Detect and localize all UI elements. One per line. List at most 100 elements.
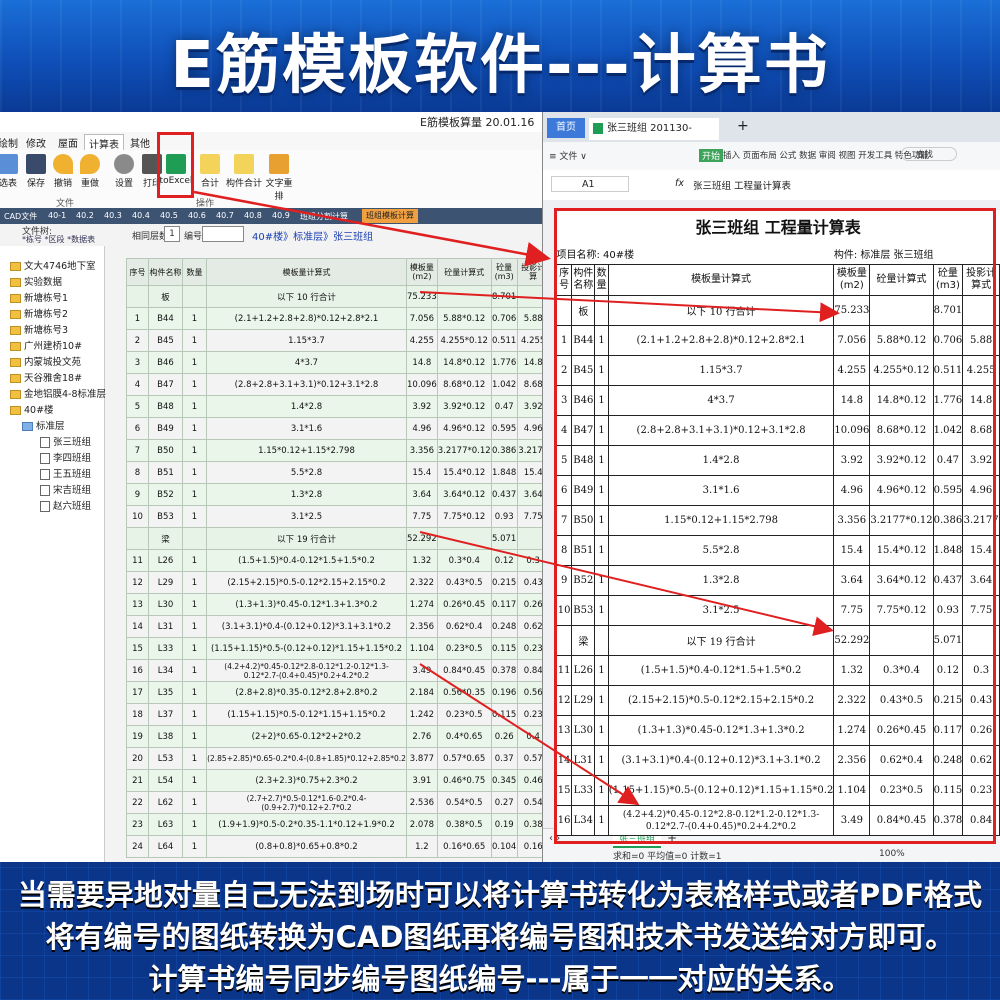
excel-cell[interactable]: B48 bbox=[571, 445, 596, 476]
excel-cell[interactable]: B46 bbox=[571, 385, 596, 416]
menu-roof[interactable]: 屋面 bbox=[54, 134, 82, 151]
grid-cell[interactable] bbox=[436, 527, 492, 550]
grid-cell[interactable]: 0.196 bbox=[490, 681, 518, 704]
grid-cell[interactable]: 0.378 bbox=[490, 659, 518, 682]
grid-row[interactable]: 18 L37 1 (1.15+1.15)*0.5-0.12*1.15+1.15*0.2… bbox=[126, 703, 550, 726]
excel-cell[interactable]: L33 bbox=[571, 775, 596, 806]
grid-cell[interactable]: 1 bbox=[182, 681, 207, 704]
grid-cell[interactable]: 5.5*2.8 bbox=[206, 461, 407, 484]
grid-cell[interactable]: 0.115 bbox=[490, 703, 518, 726]
excel-cell[interactable] bbox=[594, 295, 609, 326]
grid-row[interactable]: 1 B44 1 (2.1+1.2+2.8+2.8)*0.12+2.8*2.1 7.056… bbox=[126, 307, 550, 330]
zoom-level[interactable]: 100% bbox=[879, 849, 905, 859]
excel-cell[interactable]: 10 bbox=[555, 595, 573, 626]
excel-row[interactable]: 4 B47 1 (2.8+2.8+3.1+3.1)*0.12+3.1*2.8 10.09… bbox=[555, 415, 1000, 446]
excel-cell[interactable]: 1 bbox=[594, 325, 609, 356]
tree-node[interactable]: 标准层 bbox=[22, 418, 65, 432]
grid-cell[interactable]: L29 bbox=[148, 571, 183, 594]
grid-cell[interactable]: 0.4*0.65 bbox=[436, 725, 492, 748]
grid-cell[interactable]: 0.57*0.65 bbox=[436, 747, 492, 770]
excel-row[interactable]: 梁以下 19 行合计 52.292 5.071 bbox=[555, 625, 1000, 656]
excel-cell[interactable]: 6 bbox=[555, 475, 573, 506]
tree-node[interactable]: 李四班组 bbox=[40, 450, 91, 464]
excel-cell[interactable]: 1.104 bbox=[833, 775, 871, 806]
grid-row[interactable]: 16 L34 1 (4.2+4.2)*0.45-0.12*2.8-0.12*1.2-0… bbox=[126, 659, 550, 682]
grid-cell[interactable]: 1 bbox=[182, 351, 207, 374]
grid-cell[interactable]: L53 bbox=[148, 747, 183, 770]
excel-cell[interactable]: L34 bbox=[571, 805, 596, 836]
grid-cell[interactable]: 1 bbox=[182, 659, 207, 682]
grid-cell[interactable]: 1 bbox=[182, 725, 207, 748]
grid-cell[interactable]: 3 bbox=[126, 351, 149, 374]
grid-cell[interactable]: 梁 bbox=[148, 527, 183, 550]
grid-cell[interactable]: 4.255*0.12 bbox=[436, 329, 492, 352]
excel-cell[interactable]: 1.042 bbox=[932, 415, 964, 446]
excel-cell[interactable]: 0.706 bbox=[932, 325, 964, 356]
tab-team-split[interactable]: 班组分割计算 bbox=[300, 211, 348, 222]
grid-cell[interactable]: 0.43*0.5 bbox=[436, 571, 492, 594]
grid-cell[interactable]: 2.322 bbox=[406, 571, 438, 594]
grid-cell[interactable]: 8.701 bbox=[490, 285, 518, 308]
grid-cell[interactable]: 7.056 bbox=[406, 307, 438, 330]
grid-cell[interactable]: 0.3*0.4 bbox=[436, 549, 492, 572]
grid-cell[interactable]: (1.15+1.15)*0.5-0.12*1.15+1.15*0.2 bbox=[206, 703, 407, 726]
excel-cell[interactable]: 5 bbox=[555, 445, 573, 476]
excel-cell[interactable]: 1 bbox=[594, 595, 609, 626]
grid-cell[interactable]: 3.1*1.6 bbox=[206, 417, 407, 440]
excel-cell[interactable]: 1.3*2.8 bbox=[607, 565, 835, 596]
grid-cell[interactable]: B45 bbox=[148, 329, 183, 352]
grid-cell[interactable]: 1.274 bbox=[406, 593, 438, 616]
grid-row[interactable]: 4 B47 1 (2.8+2.8+3.1+3.1)*0.12+3.1*2.8 10.09… bbox=[126, 373, 550, 396]
excel-cell[interactable]: 1 bbox=[594, 715, 609, 746]
grid-cell[interactable] bbox=[126, 285, 149, 308]
excel-cell[interactable]: 5.071 bbox=[932, 625, 964, 656]
grid-cell[interactable]: 2.078 bbox=[406, 813, 438, 836]
grid-cell[interactable]: 3.91 bbox=[406, 769, 438, 792]
excel-cell[interactable]: B52 bbox=[571, 565, 596, 596]
grid-cell[interactable]: 1 bbox=[182, 307, 207, 330]
grid-cell[interactable]: 1 bbox=[182, 439, 207, 462]
tree-node[interactable]: 天谷雅舍18# bbox=[10, 370, 82, 384]
ribbon-menu-items[interactable]: 插入 页面布局 公式 数据 审阅 视图 开发工具 特色功能 bbox=[723, 149, 929, 161]
grid-cell[interactable]: 1.15*3.7 bbox=[206, 329, 407, 352]
home-tab[interactable]: 首页 bbox=[547, 118, 585, 138]
excel-cell[interactable]: (2.15+2.15)*0.5-0.12*2.15+2.15*0.2 bbox=[607, 685, 835, 716]
grid-cell[interactable]: B51 bbox=[148, 461, 183, 484]
grid-cell[interactable]: 1 bbox=[182, 505, 207, 528]
tab-40-8[interactable]: 40.8 bbox=[244, 211, 262, 220]
excel-cell[interactable]: 0.62 bbox=[962, 745, 1000, 776]
grid-cell[interactable]: 10 bbox=[126, 505, 149, 528]
grid-cell[interactable] bbox=[436, 285, 492, 308]
grid-cell[interactable]: (3.1+3.1)*0.4-(0.12+0.12)*3.1+3.1*0.2 bbox=[206, 615, 407, 638]
excel-row[interactable]: 3 B46 1 4*3.7 14.8 14.8*0.12 1.776 14.8 bbox=[555, 385, 1000, 416]
grid-cell[interactable]: (2.1+1.2+2.8+2.8)*0.12+2.8*2.1 bbox=[206, 307, 407, 330]
new-tab-icon[interactable]: + bbox=[737, 118, 749, 134]
excel-row[interactable]: 9 B52 1 1.3*2.8 3.64 3.64*0.12 0.437 3.64 bbox=[555, 565, 1000, 596]
excel-cell[interactable]: 8.68 bbox=[962, 415, 1000, 446]
grid-cell[interactable] bbox=[182, 285, 207, 308]
tree-node[interactable]: 新塘栋号3 bbox=[10, 322, 68, 336]
grid-cell[interactable] bbox=[126, 527, 149, 550]
grid-cell[interactable]: 0.248 bbox=[490, 615, 518, 638]
excel-row[interactable]: 7 B50 1 1.15*0.12+1.15*2.798 3.356 3.2177*0.1… bbox=[555, 505, 1000, 536]
grid-cell[interactable]: 3.92 bbox=[406, 395, 438, 418]
grid-row[interactable]: 2 B45 1 1.15*3.7 4.255 4.255*0.12 0.511 4.255 bbox=[126, 329, 550, 352]
grid-cell[interactable]: 1 bbox=[182, 637, 207, 660]
grid-cell[interactable]: (2+2)*0.65-0.12*2+2*0.2 bbox=[206, 725, 407, 748]
grid-cell[interactable]: L54 bbox=[148, 769, 183, 792]
excel-cell[interactable]: 14.8 bbox=[962, 385, 1000, 416]
grid-cell[interactable]: 0.93 bbox=[490, 505, 518, 528]
excel-cell[interactable]: (3.1+3.1)*0.4-(0.12+0.12)*3.1+3.1*0.2 bbox=[607, 745, 835, 776]
excel-cell[interactable]: B44 bbox=[571, 325, 596, 356]
excel-header-cell[interactable]: 序号 bbox=[555, 264, 573, 296]
grid-cell[interactable]: 6 bbox=[126, 417, 149, 440]
tab-40-2[interactable]: 40.2 bbox=[76, 211, 94, 220]
tab-team-formwork[interactable]: 班组模板计算 bbox=[362, 209, 418, 223]
excel-cell[interactable]: 1 bbox=[594, 775, 609, 806]
grid-cell[interactable]: 1.3*2.8 bbox=[206, 483, 407, 506]
grid-cell[interactable]: 52.292 bbox=[406, 527, 438, 550]
tab-40-7[interactable]: 40.7 bbox=[216, 211, 234, 220]
grid-cell[interactable]: 3.49 bbox=[406, 659, 438, 682]
grid-cell[interactable]: 23 bbox=[126, 813, 149, 836]
excel-cell[interactable]: 0.23*0.5 bbox=[869, 775, 934, 806]
